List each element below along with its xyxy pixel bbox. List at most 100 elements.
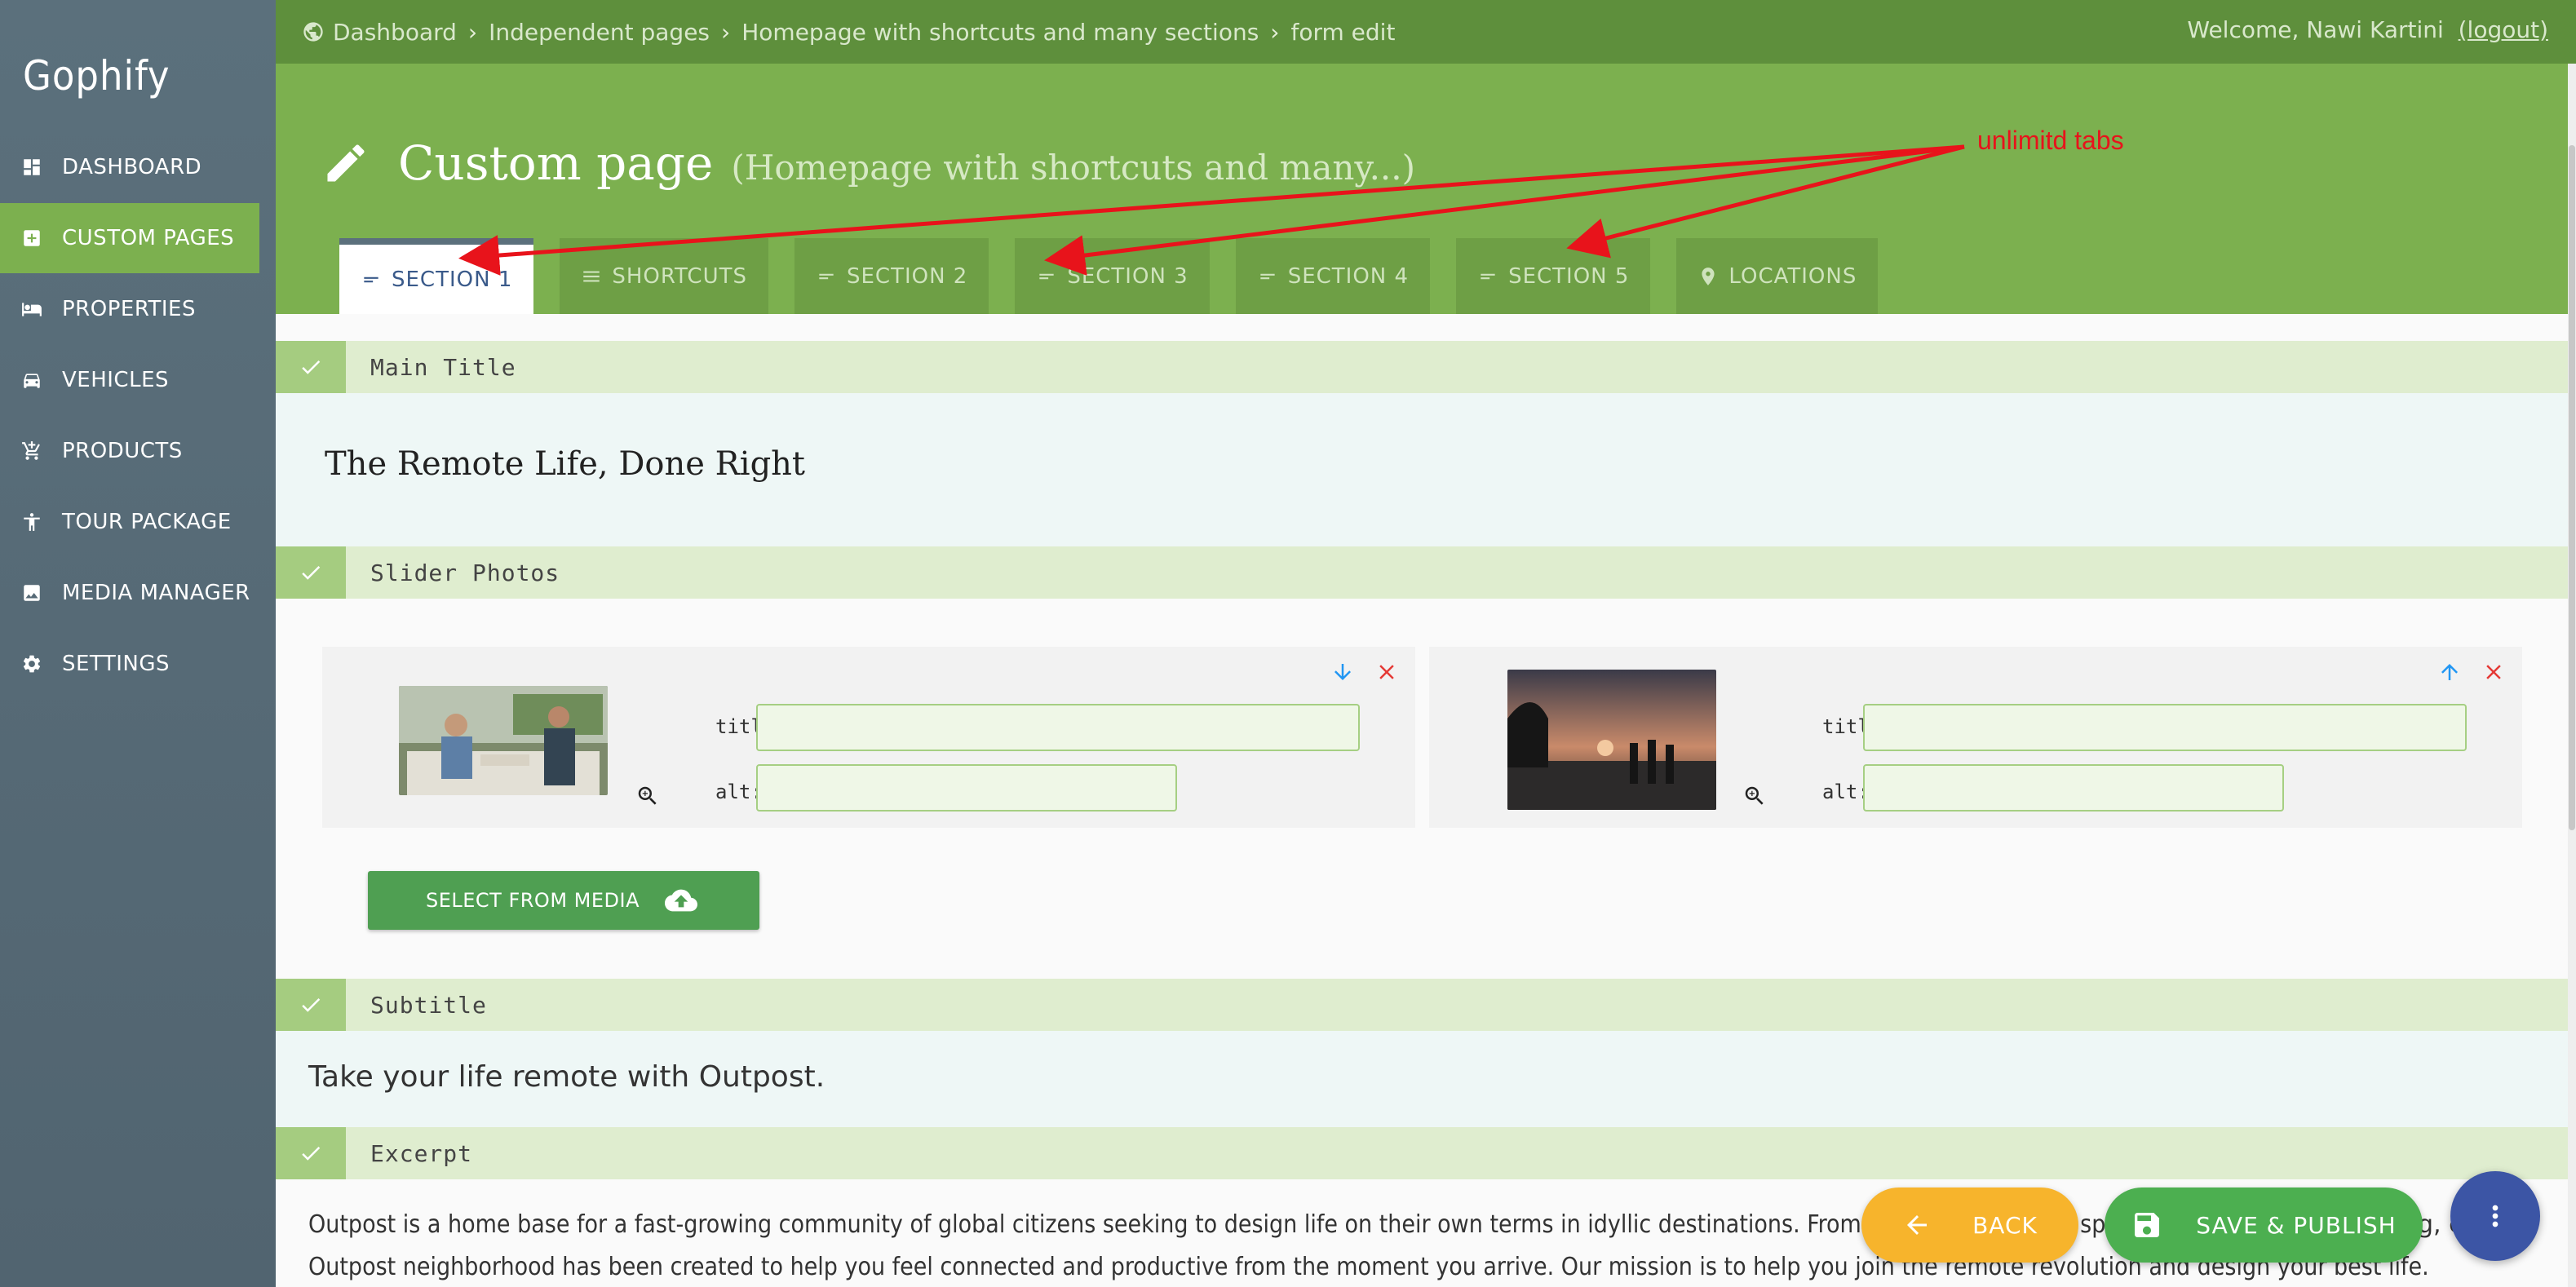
- chevron-right-icon: ›: [467, 18, 478, 46]
- arrow-back-icon: [1907, 1215, 1928, 1235]
- sidebar-item-products[interactable]: PRODUCTS: [0, 416, 276, 486]
- section-tabs: SECTION 1 SHORTCUTS SECTION 2 SECTION 3 …: [339, 238, 1904, 314]
- sidebar-item-label: PRODUCTS: [62, 439, 183, 463]
- short-text-icon: [364, 276, 378, 282]
- tab-label: LOCATIONS: [1728, 263, 1857, 289]
- welcome-text: Welcome, Nawi Kartini (logout): [2187, 16, 2548, 43]
- tab-section-3[interactable]: SECTION 3: [1015, 238, 1210, 314]
- section-label: Main Title: [370, 353, 516, 381]
- tab-label: SECTION 1: [392, 267, 513, 292]
- photo-card: title: alt:: [322, 647, 1415, 828]
- scrollbar[interactable]: [2568, 64, 2576, 1287]
- save-publish-button[interactable]: SAVE & PUBLISH: [2105, 1187, 2423, 1263]
- chevron-right-icon: ›: [721, 18, 731, 46]
- car-icon: [20, 368, 44, 392]
- pencil-icon: [327, 144, 365, 182]
- back-button[interactable]: BACK: [1861, 1187, 2078, 1263]
- section-header-main-title[interactable]: Main Title: [276, 341, 2576, 393]
- breadcrumb-independent-pages[interactable]: Independent pages: [489, 19, 710, 46]
- tab-locations[interactable]: LOCATIONS: [1676, 238, 1879, 314]
- save-icon: [2135, 1213, 2160, 1237]
- breadcrumb: Dashboard › Independent pages › Homepage…: [276, 19, 1395, 46]
- photo-thumbnail[interactable]: [1507, 670, 1716, 810]
- short-text-icon: [819, 273, 834, 279]
- sidebar-item-media-manager[interactable]: MEDIA MANAGER: [0, 558, 276, 628]
- menu-icon: [583, 271, 600, 281]
- sidebar-item-label: VEHICLES: [62, 368, 170, 392]
- dashboard-icon: [20, 155, 44, 179]
- section-label: Subtitle: [370, 991, 487, 1019]
- brand-logo[interactable]: Gophify: [23, 52, 170, 100]
- scrollbar-thumb[interactable]: [2569, 145, 2575, 830]
- subtitle-block: Take your life remote with Outpost.: [276, 1031, 2576, 1127]
- sidebar-item-custom-pages[interactable]: CUSTOM PAGES: [0, 203, 259, 273]
- tab-label: SECTION 5: [1508, 263, 1630, 289]
- photo-thumbnail[interactable]: [399, 686, 608, 795]
- sidebar-item-vehicles[interactable]: VEHICLES: [0, 345, 276, 415]
- photo-alt-input[interactable]: [1863, 764, 2284, 812]
- page-header: Dashboard › Independent pages › Homepage…: [276, 0, 2576, 314]
- tab-section-4[interactable]: SECTION 4: [1235, 238, 1431, 314]
- more-vert-icon: [2492, 1205, 2499, 1227]
- main-title-value[interactable]: The Remote Life, Done Right: [325, 445, 805, 483]
- select-from-media-label: SELECT FROM MEDIA: [425, 889, 640, 912]
- photo-card: title: alt:: [1429, 647, 2522, 828]
- check-icon: [276, 979, 346, 1031]
- close-icon[interactable]: [2481, 660, 2506, 684]
- sidebar-item-label: CUSTOM PAGES: [62, 226, 235, 250]
- page-title: Custom page (Homepage with shortcuts and…: [321, 130, 1415, 191]
- photo-title-input[interactable]: [756, 704, 1360, 751]
- sidebar-item-settings[interactable]: SETTINGS: [0, 629, 276, 699]
- cloud-upload-icon: [665, 889, 698, 912]
- sidebar-item-properties[interactable]: PROPERTIES: [0, 274, 276, 344]
- check-icon: [276, 341, 346, 393]
- save-label: SAVE & PUBLISH: [2196, 1211, 2397, 1239]
- top-bar: Dashboard › Independent pages › Homepage…: [276, 0, 2576, 64]
- person-icon: [20, 510, 44, 534]
- short-text-icon: [1039, 273, 1055, 279]
- form-content: Main Title The Remote Life, Done Right S…: [276, 314, 2576, 1287]
- check-icon: [276, 546, 346, 599]
- breadcrumb-form-edit: form edit: [1290, 18, 1396, 46]
- tab-section-1[interactable]: SECTION 1: [339, 238, 534, 314]
- photo-alt-input[interactable]: [756, 764, 1177, 812]
- annotation-text: unlimitd tabs: [1977, 126, 2124, 155]
- sidebar-item-label: TOUR PACKAGE: [62, 510, 232, 534]
- subtitle-value[interactable]: Take your life remote with Outpost.: [308, 1060, 825, 1094]
- section-header-excerpt[interactable]: Excerpt: [276, 1127, 2576, 1179]
- breadcrumb-homepage[interactable]: Homepage with shortcuts and many section…: [741, 19, 1259, 46]
- tab-shortcuts[interactable]: SHORTCUTS: [560, 238, 768, 314]
- sidebar-item-label: PROPERTIES: [62, 297, 196, 321]
- sidebar-item-dashboard[interactable]: DASHBOARD: [0, 132, 276, 202]
- globe-icon: [303, 22, 323, 42]
- select-from-media-button[interactable]: SELECT FROM MEDIA: [368, 871, 759, 930]
- zoom-in-icon[interactable]: [635, 784, 660, 808]
- arrow-down-icon[interactable]: [1330, 660, 1355, 684]
- sidebar-item-tour-package[interactable]: TOUR PACKAGE: [0, 487, 276, 557]
- photo-title-input[interactable]: [1863, 704, 2467, 751]
- back-label: BACK: [1972, 1211, 2038, 1239]
- tab-label: SECTION 4: [1287, 263, 1410, 289]
- breadcrumb-dashboard[interactable]: Dashboard: [333, 19, 457, 46]
- main-title-block: The Remote Life, Done Right: [276, 393, 2576, 548]
- sidebar-item-label: MEDIA MANAGER: [62, 581, 250, 605]
- section-header-slider-photos[interactable]: Slider Photos: [276, 546, 2576, 599]
- arrow-up-icon[interactable]: [2437, 660, 2462, 684]
- short-text-icon: [1481, 273, 1495, 279]
- custom-pages-icon: [20, 226, 44, 250]
- sidebar-item-label: SETTINGS: [62, 652, 170, 676]
- more-actions-button[interactable]: [2450, 1171, 2540, 1261]
- section-header-subtitle[interactable]: Subtitle: [276, 979, 2576, 1031]
- close-icon[interactable]: [1374, 660, 1399, 684]
- tab-section-2[interactable]: SECTION 2: [794, 238, 989, 314]
- tab-label: SECTION 3: [1067, 263, 1188, 289]
- tab-section-5[interactable]: SECTION 5: [1456, 238, 1651, 314]
- cart-icon: [20, 439, 44, 463]
- sidebar-nav: DASHBOARD CUSTOM PAGES PROPERTIES VEHICL…: [0, 132, 276, 700]
- check-icon: [276, 1127, 346, 1179]
- logout-link[interactable]: (logout): [2459, 16, 2548, 43]
- image-icon: [20, 581, 44, 605]
- bed-icon: [20, 297, 44, 321]
- tab-label: SHORTCUTS: [612, 263, 747, 289]
- zoom-in-icon[interactable]: [1742, 784, 1767, 808]
